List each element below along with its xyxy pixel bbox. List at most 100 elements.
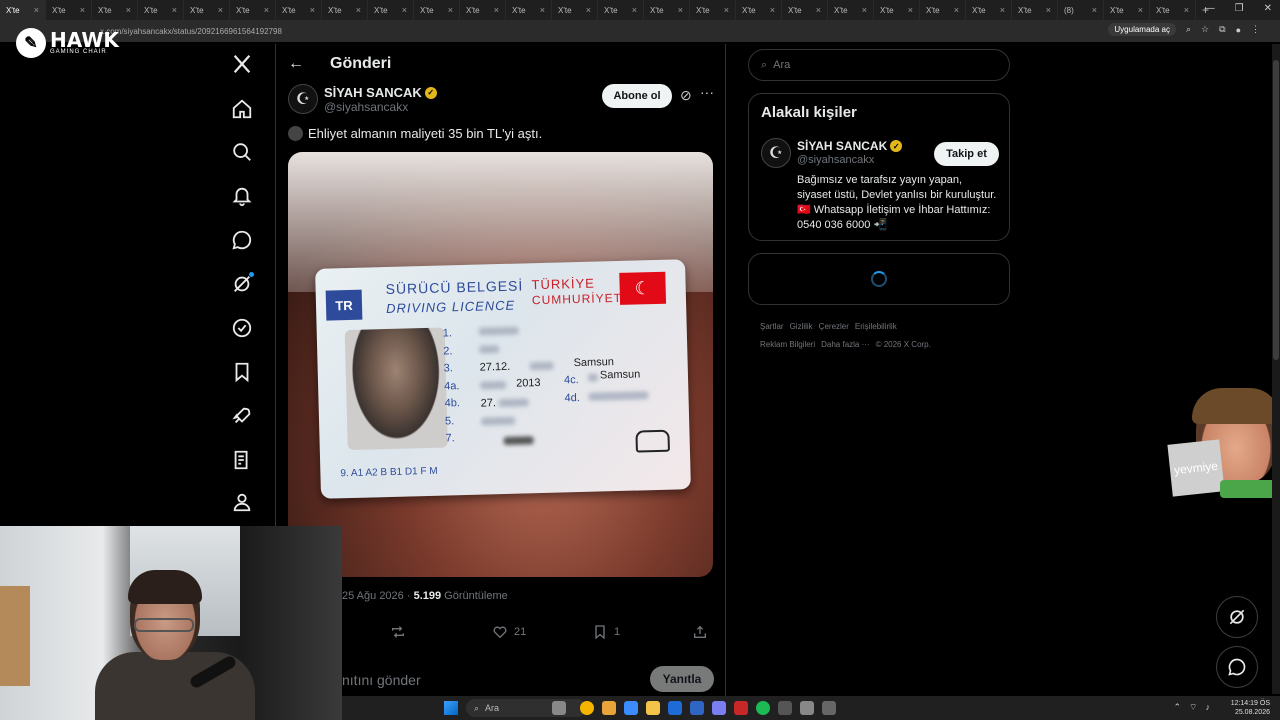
browser-tab[interactable]: (8) × [1058,0,1104,20]
grok-explain-icon[interactable]: ⊘ [680,87,692,104]
browser-tab[interactable]: X'te × [276,0,322,20]
close-tab-icon[interactable]: × [586,5,591,15]
close-tab-icon[interactable]: × [310,5,315,15]
close-tab-icon[interactable]: × [770,5,775,15]
browser-tab[interactable]: X'te × [966,0,1012,20]
app-icon[interactable] [602,701,616,715]
browser-tab[interactable]: X'te × [0,0,46,20]
chrome-icon[interactable] [580,701,594,715]
copilot-icon[interactable] [624,701,638,715]
close-tab-icon[interactable]: × [1092,5,1097,15]
browser-tab[interactable]: X'te × [552,0,598,20]
star-icon[interactable]: ☆ [1201,24,1209,35]
footer-link[interactable]: Reklam Bilgileri [760,340,815,349]
close-tab-icon[interactable]: × [540,5,545,15]
repost-button[interactable] [390,624,406,640]
share-button[interactable] [692,624,708,640]
browser-tab[interactable]: X'te × [138,0,184,20]
notifications-bell-icon[interactable] [230,184,254,208]
network-icon[interactable]: ⌔ [1189,702,1197,713]
back-arrow-icon[interactable]: ← [288,55,318,73]
bookmarks-icon[interactable] [230,360,254,384]
profile-nav-icon[interactable] [230,490,254,514]
close-tab-icon[interactable]: × [816,5,821,15]
profile-icon[interactable]: ● [1236,25,1241,35]
messages-icon[interactable] [230,228,254,252]
post-date[interactable]: 25 Ağu 2026 [342,590,404,602]
author-handle[interactable]: @siyahsancakx [324,100,408,114]
x-logo-icon[interactable] [230,52,254,76]
reply-input[interactable]: nıtını gönder [342,672,421,688]
browser-tab[interactable]: X'te × [230,0,276,20]
browser-tab[interactable]: X'te × [828,0,874,20]
reply-button[interactable]: Yanıtla [650,666,714,692]
chevron-up-icon[interactable]: ⌃ [1173,702,1181,713]
footer-link[interactable]: Erişilebilirlik [855,322,897,331]
close-tab-icon[interactable]: × [908,5,913,15]
author-name[interactable]: SİYAH SANCAK [324,85,422,100]
browser-tab[interactable]: X'te × [782,0,828,20]
file-explorer-icon[interactable] [646,701,660,715]
close-tab-icon[interactable]: × [1046,5,1051,15]
close-tab-icon[interactable]: × [632,5,637,15]
taskbar-clock[interactable]: 12:14:19 ÖS 25.08.2026 [1231,699,1270,717]
windows-start-icon[interactable] [444,701,458,715]
verified-icon[interactable] [230,316,254,340]
scrollbar-thumb[interactable] [1273,60,1279,360]
footer-link[interactable]: Şartlar [760,322,784,331]
browser-tab[interactable]: X'te × [874,0,920,20]
menu-icon[interactable]: ⋮ [1251,24,1260,35]
browser-tab[interactable]: X'te × [690,0,736,20]
messages-floating-button[interactable] [1216,646,1258,688]
task-view-icon[interactable] [552,701,566,715]
url-text[interactable]: x.com/siyahsancakx/status/20921669615641… [100,27,282,36]
close-tab-icon[interactable]: × [724,5,729,15]
minimize-icon[interactable]: — [1205,3,1215,14]
close-tab-icon[interactable]: × [80,5,85,15]
browser-tab[interactable]: X'te × [1104,0,1150,20]
browser-tab[interactable]: X'te × [92,0,138,20]
explore-search-icon[interactable] [230,140,254,164]
taskbar-search[interactable]: ⌕ Ara [466,699,586,717]
app-icon[interactable] [778,701,792,715]
like-button[interactable]: 21 [492,624,526,640]
browser-tab[interactable]: X'te × [184,0,230,20]
address-bar[interactable]: x.com/siyahsancakx/status/20921669615641… [0,20,1280,42]
close-tab-icon[interactable]: × [1184,5,1189,15]
home-icon[interactable] [230,97,254,121]
browser-tab[interactable]: X'te × [598,0,644,20]
avatar[interactable]: ☪ [761,138,791,168]
edge-icon[interactable] [668,701,682,715]
browser-tab[interactable]: X'te × [368,0,414,20]
browser-tab[interactable]: X'te × [506,0,552,20]
bookmark-button[interactable]: 1 [592,624,620,640]
related-name[interactable]: SİYAH SANCAK [797,139,887,153]
browser-tab[interactable]: X'te × [644,0,690,20]
lists-icon[interactable] [230,448,254,472]
related-handle[interactable]: @siyahsancakx [797,154,874,166]
open-in-app-chip[interactable]: Uygulamada aç [1108,23,1176,36]
grok-icon[interactable] [230,272,254,296]
extensions-icon[interactable]: ⧉ [1219,24,1225,35]
more-options-icon[interactable]: ··· [700,84,714,100]
close-tab-icon[interactable]: × [448,5,453,15]
subscribe-button[interactable]: Abone ol [602,84,672,108]
close-tab-icon[interactable]: × [862,5,867,15]
browser-tab[interactable]: X'te × [460,0,506,20]
browser-tab[interactable]: X'te × [736,0,782,20]
browser-tab[interactable]: X'te × [1150,0,1196,20]
footer-link[interactable]: Gizlilik [790,322,813,331]
browser-tab[interactable]: X'te × [414,0,460,20]
close-tab-icon[interactable]: × [34,5,39,15]
jobs-rocket-icon[interactable] [230,404,254,428]
app-icon[interactable] [822,701,836,715]
close-tab-icon[interactable]: × [1000,5,1005,15]
browser-tab[interactable]: X'te × [1012,0,1058,20]
close-tab-icon[interactable]: × [1138,5,1143,15]
app-icon[interactable] [800,701,814,715]
maximize-icon[interactable]: ❐ [1235,3,1244,14]
browser-tab[interactable]: X'te × [322,0,368,20]
zoom-icon[interactable]: ⌕ [1186,24,1191,35]
footer-link[interactable]: Daha fazla ··· [821,340,869,349]
close-window-icon[interactable]: ✕ [1264,3,1272,14]
